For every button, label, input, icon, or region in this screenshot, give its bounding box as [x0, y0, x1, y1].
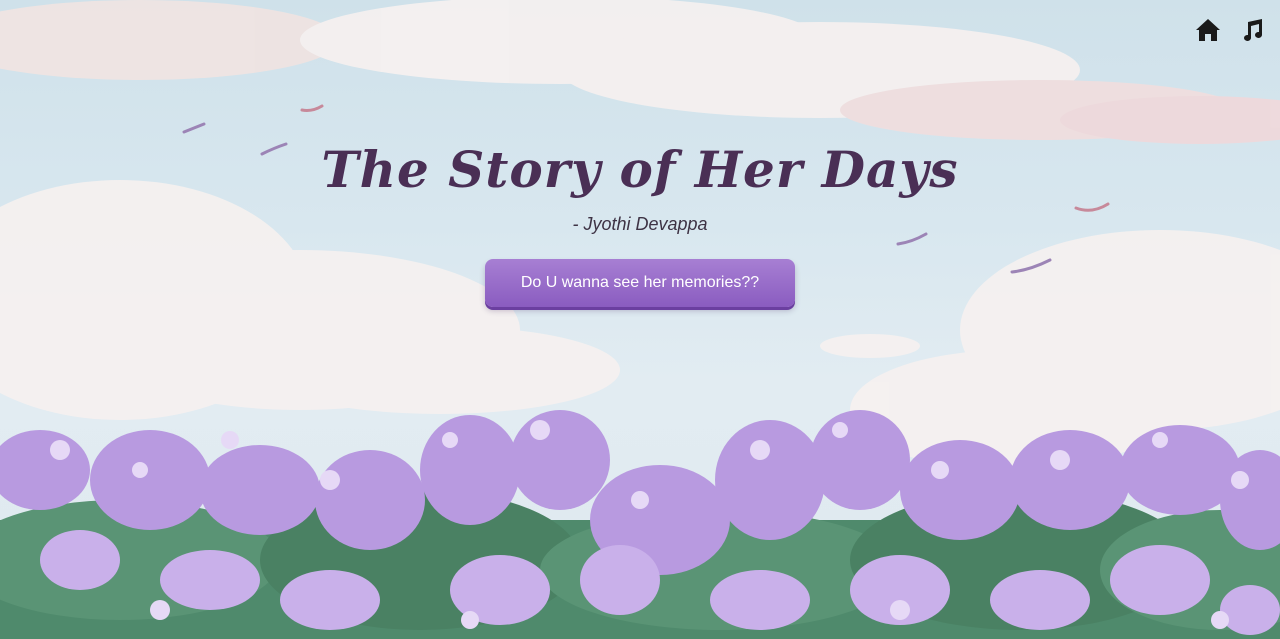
see-memories-button[interactable]: Do U wanna see her memories??	[485, 259, 795, 307]
home-button[interactable]	[1194, 16, 1222, 44]
landscape-illustration	[0, 0, 1280, 639]
music-button[interactable]	[1238, 16, 1266, 44]
author-credit: - Jyothi Devappa	[572, 214, 708, 234]
page-title: The Story of Her Days	[321, 140, 959, 199]
top-right-toolbar	[1194, 16, 1266, 44]
home-icon	[1196, 19, 1220, 41]
hero-section: The Story of Her Days - Jyothi Devappa D…	[0, 132, 1280, 307]
background-scene	[0, 0, 1280, 639]
music-note-icon	[1244, 19, 1262, 41]
